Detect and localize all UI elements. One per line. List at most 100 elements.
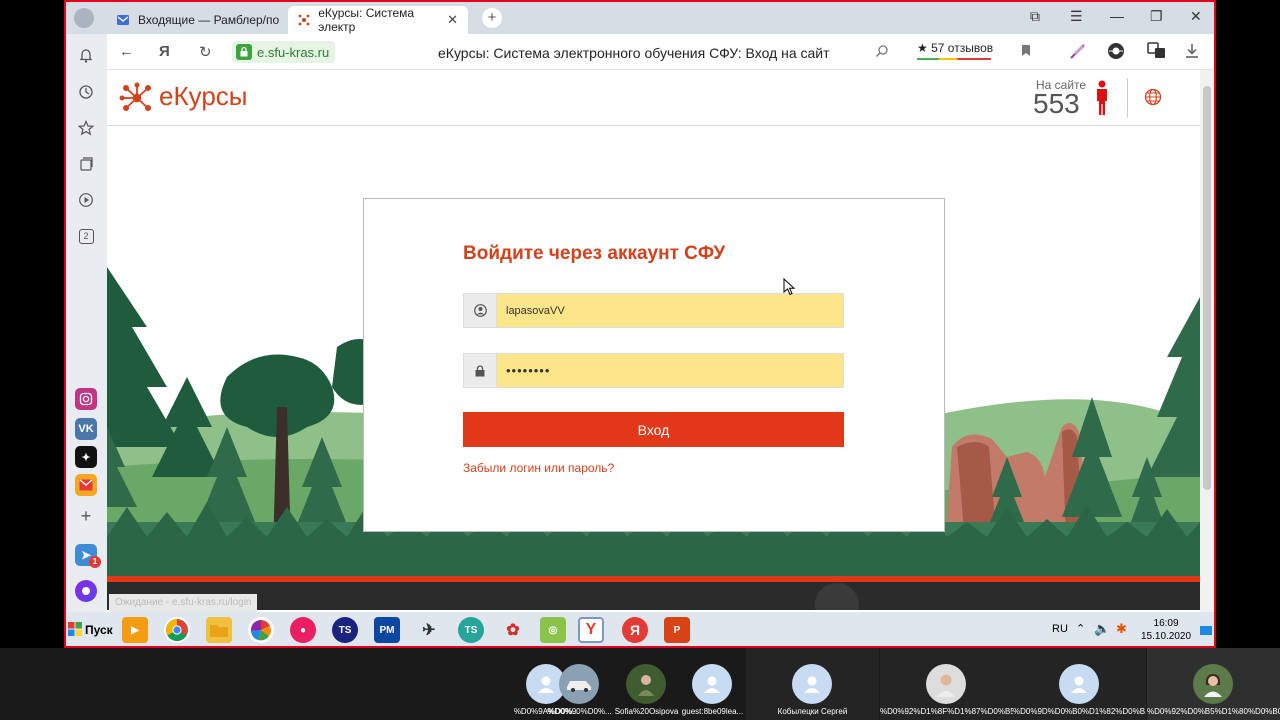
clock-date: 15.10.2020 (1141, 631, 1192, 642)
logo-text[interactable]: еКурсы (159, 81, 247, 112)
show-desktop-icon[interactable] (1200, 626, 1212, 635)
participants-strip: %D0%9A%D0%... %D0%90%D0%... Sofia%20Osip… (0, 648, 1280, 720)
chrome-icon[interactable] (164, 617, 190, 643)
lock-icon (464, 354, 497, 387)
sparkle-app-icon[interactable]: ✦ (75, 446, 97, 468)
site-header: еКурсы На сайте 553 (107, 70, 1200, 126)
yandex-browser-icon[interactable]: Y (578, 617, 604, 643)
translate-extension-icon[interactable] (1147, 42, 1167, 64)
participant-tile[interactable]: %D0%9D%D0%B0%D1%82%D0%B... (1013, 648, 1146, 720)
menu-icon[interactable]: ☰ (1070, 8, 1083, 25)
app-icon-ts-teal[interactable]: TS (458, 617, 484, 643)
login-title: Войдите через аккаунт СФУ (463, 243, 726, 264)
forgot-password-link[interactable]: Забыли логин или пароль? (463, 461, 614, 475)
globe-icon[interactable] (1144, 88, 1162, 111)
scrollbar-thumb[interactable] (1203, 86, 1211, 490)
password-input[interactable] (498, 354, 842, 387)
app-icon-green[interactable]: ◎ (540, 617, 566, 643)
vertical-scrollbar[interactable] (1200, 70, 1214, 612)
close-tab-icon[interactable]: ✕ (447, 12, 458, 28)
participant-tile[interactable]: %D0%92%D1%8F%D1%87%D0%B5... (880, 648, 1013, 720)
system-clock[interactable]: 16:09 15.10.2020 (1141, 617, 1191, 643)
page-title: еКурсы: Система электронного обучения СФ… (438, 45, 830, 61)
url-domain: e.sfu-kras.ru (257, 44, 330, 60)
participant-tile[interactable]: Кобылецки Сергей (746, 648, 879, 720)
notification-badge: 1 (89, 556, 101, 568)
ekursy-logo-icon[interactable] (119, 81, 155, 120)
clock-time: 16:09 (1153, 618, 1179, 629)
reviews-widget[interactable]: ★ 57 отзывов (917, 41, 993, 60)
alice-assistant-icon[interactable] (75, 580, 97, 602)
avatar-icon (692, 664, 732, 704)
vk-icon[interactable]: VK (75, 418, 97, 440)
picasa-icon[interactable] (248, 617, 274, 643)
participant-name: %D0%92%D1%8F%D1%87%D0%B5... (880, 707, 1013, 716)
page-viewport: еКурсы На сайте 553 Войдите через аккаун… (107, 70, 1200, 610)
messenger-icon[interactable]: ➤ 1 (75, 544, 101, 568)
participant-tile[interactable]: %D0%92%D0%B5%D1%80%D0%B0... (1147, 648, 1280, 720)
tab-strip: Входящие — Рамблер/по eКурсы: Система эл… (66, 2, 1214, 34)
collections-icon[interactable] (76, 154, 96, 174)
start-button[interactable]: Пуск (68, 618, 113, 642)
history-icon[interactable] (76, 82, 96, 102)
person-icon (1095, 80, 1109, 121)
yandex-home-icon[interactable]: Я (159, 43, 170, 60)
app-icon-pink[interactable]: ● (290, 617, 316, 643)
bookmark-icon[interactable] (1021, 44, 1031, 61)
url-pill[interactable]: e.sfu-kras.ru (232, 41, 336, 63)
parrot-icon[interactable]: ✿ (500, 617, 526, 643)
volume-icon[interactable]: 🔈 (1094, 621, 1110, 637)
login-button[interactable]: Вход (463, 412, 844, 447)
language-indicator[interactable]: RU (1052, 623, 1068, 635)
back-icon[interactable]: ← (119, 43, 134, 60)
screen: Входящие — Рамблер/по eКурсы: Система эл… (0, 0, 1280, 720)
tab-count-icon[interactable]: 2 (76, 226, 96, 246)
restore-icon[interactable]: ❐ (1150, 8, 1163, 25)
powerpoint-icon[interactable]: P (664, 617, 690, 643)
user-icon (464, 294, 497, 327)
tab-label: Входящие — Рамблер/по (138, 13, 280, 27)
mouse-cursor-icon (783, 277, 796, 301)
tray-app-icon[interactable]: ✱ (1116, 621, 1127, 637)
password-field[interactable] (463, 353, 844, 388)
star-icon[interactable] (76, 118, 96, 138)
windows-logo-icon (68, 621, 82, 639)
tabs-icon[interactable]: ⧉ (1030, 8, 1040, 25)
download-icon[interactable] (1185, 43, 1199, 62)
windows-taskbar: Пуск ▶ ● TS PM ✈ TS ✿ ◎ Y Я P RU ⌃ 🔈 ✱ 1… (66, 612, 1214, 646)
address-bar: ← Я ↻ e.sfu-kras.ru еКурсы: Система элек… (107, 34, 1214, 70)
participant-name: %D0%92%D0%B5%D1%80%D0%B0... (1147, 707, 1280, 716)
tab-ekursy[interactable]: eКурсы: Система электр ✕ (288, 6, 468, 34)
ekursy-favicon-icon (298, 13, 310, 27)
tab-rambler[interactable]: Входящие — Рамблер/по (106, 6, 294, 34)
close-window-icon[interactable]: ✕ (1190, 8, 1202, 25)
instagram-icon[interactable] (75, 388, 97, 410)
search-icon[interactable] (875, 44, 889, 61)
tray-expand-icon[interactable]: ⌃ (1076, 622, 1085, 635)
profile-avatar-icon[interactable] (74, 8, 94, 28)
media-player-icon[interactable]: ▶ (122, 617, 148, 643)
extension-icon[interactable] (1107, 42, 1125, 64)
hummingbird-icon[interactable]: ✈ (416, 617, 442, 643)
feather-extension-icon[interactable] (1069, 42, 1087, 64)
new-tab-button[interactable]: + (482, 8, 502, 28)
minimize-icon[interactable]: — (1110, 8, 1124, 24)
bell-icon[interactable] (76, 46, 96, 66)
mail-app-icon[interactable] (75, 474, 97, 496)
participant-name: Кобылецки Сергей (777, 707, 848, 716)
browser-sidebar: 2 VK ✦ + ➤ 1 (66, 34, 107, 612)
app-icon-ts[interactable]: TS (332, 617, 358, 643)
yandex-icon[interactable]: Я (622, 617, 648, 643)
rating-bar (917, 58, 991, 60)
avatar-icon (1059, 664, 1099, 704)
mail-icon (116, 13, 130, 27)
file-explorer-icon[interactable] (206, 617, 232, 643)
play-icon[interactable] (76, 190, 96, 210)
add-panel-icon[interactable]: + (76, 506, 96, 526)
app-icon-pm[interactable]: PM (374, 617, 400, 643)
status-bar-text: Ожидание - e.sfu-kras.ru/login (109, 594, 258, 612)
reload-icon[interactable]: ↻ (199, 43, 212, 61)
reviews-count: 57 отзывов (931, 41, 994, 55)
online-count: 553 (1033, 88, 1080, 119)
lock-icon (236, 44, 252, 60)
